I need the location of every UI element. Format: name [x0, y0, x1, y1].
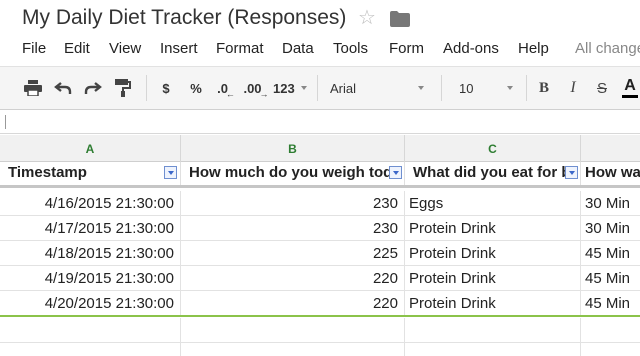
timestamp-cell[interactable]: 4/16/2015 21:30:00 — [0, 191, 181, 216]
duration-cell[interactable]: 45 Min — [581, 291, 640, 316]
header-cell[interactable]: Timestamp — [0, 162, 181, 185]
table-row — [0, 343, 640, 356]
breakfast-cell[interactable]: Protein Drink — [405, 241, 581, 266]
menu-bar: File Edit View Insert Format Data Tools … — [0, 38, 640, 62]
timestamp-cell[interactable]: 4/18/2015 21:30:00 — [0, 241, 181, 266]
text-color-label: A — [624, 77, 636, 94]
weight-cell[interactable]: 230 — [181, 191, 405, 216]
weight-cell[interactable]: 225 — [181, 241, 405, 266]
breakfast-cell[interactable]: Eggs — [405, 191, 581, 216]
chevron-down-icon — [418, 86, 424, 90]
duration-cell[interactable]: 45 Min — [581, 241, 640, 266]
empty-cell[interactable] — [0, 318, 181, 343]
filter-dropdown-icon[interactable] — [389, 166, 402, 179]
filter-dropdown-icon[interactable] — [164, 166, 177, 179]
text-cursor — [5, 115, 6, 129]
font-family-value: Arial — [330, 80, 357, 96]
color-swatch — [622, 95, 638, 98]
menu-data[interactable]: Data — [282, 40, 314, 57]
timestamp-cell[interactable]: 4/20/2015 21:30:00 — [0, 291, 181, 316]
column-header-d[interactable] — [581, 135, 640, 162]
table-row: 4/16/2015 21:30:00 230 Eggs 30 Min — [0, 191, 640, 216]
percent-format-button[interactable]: % — [186, 67, 206, 109]
menu-tools[interactable]: Tools — [333, 40, 368, 57]
chevron-down-icon — [301, 86, 307, 90]
star-icon[interactable]: ☆ — [358, 6, 376, 30]
bold-button[interactable]: B — [534, 67, 554, 109]
arrow-right-icon: → — [259, 89, 269, 99]
currency-format-button[interactable]: $ — [156, 67, 176, 109]
title-bar: My Daily Diet Tracker (Responses) ☆ — [0, 0, 640, 38]
header-cell[interactable]: How much do you weigh tod — [181, 162, 405, 185]
table-row: 4/20/2015 21:30:00 220 Protein Drink 45 … — [0, 291, 640, 316]
table-row: 4/17/2015 21:30:00 230 Protein Drink 30 … — [0, 216, 640, 241]
font-family-dropdown[interactable]: Arial — [330, 67, 430, 109]
paint-roller-icon — [115, 79, 131, 97]
arrow-left-icon: ← — [225, 89, 235, 99]
empty-cell[interactable] — [405, 318, 581, 343]
table-row: 4/18/2015 21:30:00 225 Protein Drink 45 … — [0, 241, 640, 266]
print-icon — [24, 80, 42, 96]
weight-cell[interactable]: 220 — [181, 266, 405, 291]
empty-cell[interactable] — [181, 343, 405, 356]
italic-button[interactable]: I — [563, 67, 583, 109]
column-header-c[interactable]: C — [405, 135, 581, 162]
duration-cell[interactable]: 30 Min — [581, 191, 640, 216]
undo-button[interactable] — [50, 67, 76, 109]
more-formats-label: 123 — [273, 80, 295, 96]
breakfast-cell[interactable]: Protein Drink — [405, 291, 581, 316]
form-question-header-row: Timestamp How much do you weigh tod What… — [0, 162, 640, 188]
header-cell[interactable]: How wa — [581, 162, 640, 185]
decrease-decimal-button[interactable]: .0 ← — [214, 67, 238, 109]
document-title[interactable]: My Daily Diet Tracker (Responses) — [22, 6, 346, 30]
column-header-a[interactable]: A — [0, 135, 181, 162]
toolbar: $ % .0 ← .00 → 123 Arial 10 B I S A — [0, 66, 640, 110]
empty-cell[interactable] — [581, 343, 640, 356]
menu-edit[interactable]: Edit — [64, 40, 90, 57]
undo-icon — [54, 82, 72, 94]
breakfast-cell[interactable]: Protein Drink — [405, 216, 581, 241]
font-size-value: 10 — [459, 80, 474, 96]
timestamp-cell[interactable]: 4/19/2015 21:30:00 — [0, 266, 181, 291]
empty-cell[interactable] — [0, 343, 181, 356]
menu-form[interactable]: Form — [389, 40, 424, 57]
weight-cell[interactable]: 220 — [181, 291, 405, 316]
folder-icon[interactable] — [390, 11, 410, 27]
paint-format-button[interactable] — [110, 67, 136, 109]
menu-format[interactable]: Format — [216, 40, 264, 57]
header-cell[interactable]: What did you eat for b — [405, 162, 581, 185]
text-color-button[interactable]: A — [621, 67, 639, 109]
strikethrough-button[interactable]: S — [592, 67, 612, 109]
more-formats-dropdown[interactable]: 123 — [273, 67, 313, 109]
filter-dropdown-icon[interactable] — [565, 166, 578, 179]
menu-add-ons[interactable]: Add-ons — [443, 40, 499, 57]
font-size-dropdown[interactable]: 10 — [459, 67, 521, 109]
save-status: All changes — [575, 40, 640, 57]
column-header-b[interactable]: B — [181, 135, 405, 162]
table-row — [0, 318, 640, 343]
duration-cell[interactable]: 30 Min — [581, 216, 640, 241]
formula-bar[interactable] — [0, 110, 640, 134]
breakfast-cell[interactable]: Protein Drink — [405, 266, 581, 291]
weight-cell[interactable]: 230 — [181, 216, 405, 241]
data-range-border — [0, 315, 640, 317]
table-row: 4/19/2015 21:30:00 220 Protein Drink 45 … — [0, 266, 640, 291]
menu-file[interactable]: File — [22, 40, 46, 57]
chevron-down-icon — [507, 86, 513, 90]
empty-cell[interactable] — [181, 318, 405, 343]
duration-cell[interactable]: 45 Min — [581, 266, 640, 291]
menu-view[interactable]: View — [109, 40, 141, 57]
timestamp-cell[interactable]: 4/17/2015 21:30:00 — [0, 216, 181, 241]
spreadsheet-grid: A B C Timestamp How much do you weigh to… — [0, 135, 640, 356]
print-button[interactable] — [20, 67, 46, 109]
redo-button[interactable] — [80, 67, 106, 109]
menu-insert[interactable]: Insert — [160, 40, 198, 57]
menu-help[interactable]: Help — [518, 40, 549, 57]
column-header-bar: A B C — [0, 135, 640, 162]
empty-cell[interactable] — [405, 343, 581, 356]
increase-decimal-button[interactable]: .00 → — [242, 67, 270, 109]
empty-cell[interactable] — [581, 318, 640, 343]
redo-icon — [84, 82, 102, 94]
